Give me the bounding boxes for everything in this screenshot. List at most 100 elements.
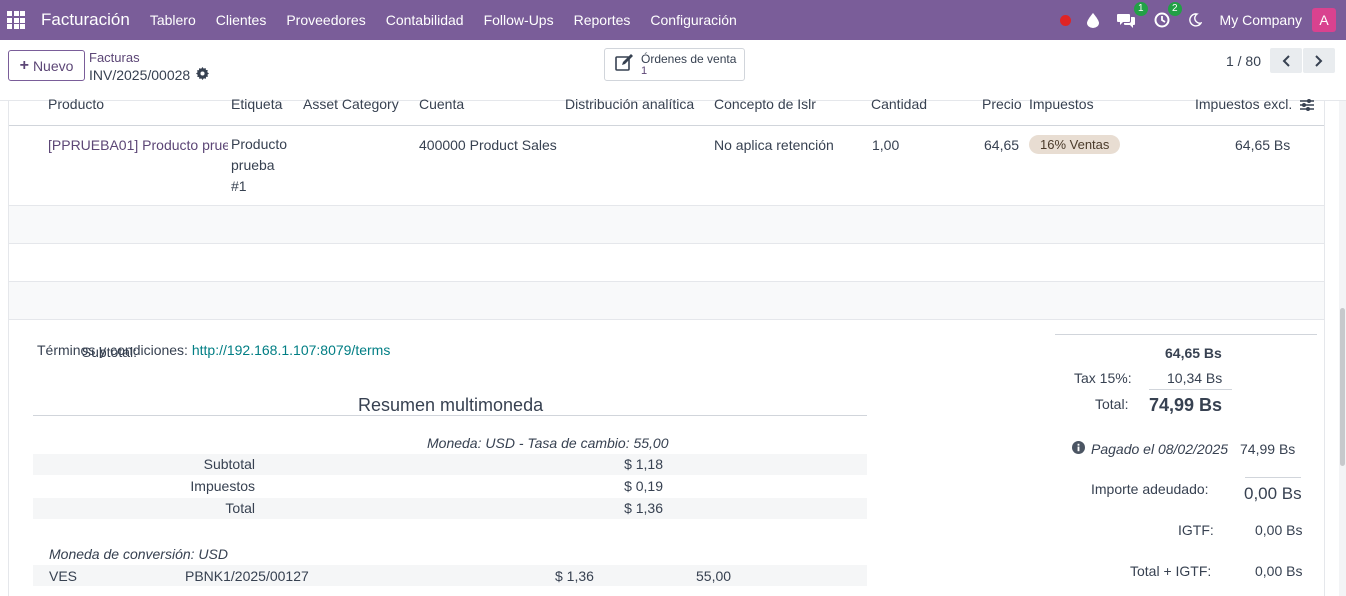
invoice-form-sheet: Producto Etiqueta Asset Category Cuenta … xyxy=(8,96,1325,596)
subtotal-value: 64,65 Bs xyxy=(1165,345,1222,361)
conversion-rate: 55,00 xyxy=(696,568,732,584)
summary-value: $ 0,19 xyxy=(624,478,663,494)
table-row: VES PBNK1/2025/00127 $ 1,36 55,00 xyxy=(33,565,867,586)
multicurrency-caption: Moneda: USD - Tasa de cambio: 55,00 xyxy=(427,435,669,451)
messages-icon[interactable]: 1 xyxy=(1116,2,1148,28)
summary-label: Subtotal xyxy=(203,456,255,472)
conversion-currency: VES xyxy=(49,568,78,584)
col-analytic[interactable]: Distribución analítica xyxy=(565,96,694,112)
scrollbar-thumb[interactable] xyxy=(1340,308,1345,466)
tax-value: 10,34 Bs xyxy=(1167,370,1223,386)
apps-menu-icon[interactable] xyxy=(7,11,25,29)
summary-value: $ 1,36 xyxy=(624,500,663,516)
total-label: Total: xyxy=(1095,396,1129,412)
paid-label: Pagado el 08/02/2025 xyxy=(1091,441,1229,457)
control-panel: + Nuevo Facturas INV/2025/00028 Órdenes … xyxy=(0,40,1346,101)
divider xyxy=(1245,477,1301,478)
plus-icon: + xyxy=(19,56,29,74)
line-label[interactable]: Producto prueba #1 xyxy=(231,134,291,197)
subtotal-label: Subtotal: xyxy=(81,344,137,360)
total-value: 74,99 Bs xyxy=(1149,395,1223,415)
menu-configuracion[interactable]: Configuración xyxy=(640,12,746,28)
table-row: Impuestos $ 0,19 xyxy=(33,476,867,497)
multicurrency-title: Resumen multimoneda xyxy=(358,395,544,415)
table-row: Total $ 1,36 xyxy=(33,498,867,519)
line-price[interactable]: 64,65 xyxy=(984,137,1019,153)
summary-value: $ 1,18 xyxy=(624,456,663,472)
drop-icon[interactable] xyxy=(1086,12,1099,28)
conversion-reference[interactable]: PBNK1/2025/00127 xyxy=(185,568,309,584)
col-islr[interactable]: Concepto de Islr xyxy=(714,96,816,112)
conversion-caption: Moneda de conversión: USD xyxy=(49,546,228,562)
breadcrumb-parent[interactable]: Facturas xyxy=(89,50,140,65)
new-button-label: Nuevo xyxy=(32,57,74,74)
col-label[interactable]: Etiqueta xyxy=(231,96,282,112)
line-subtotal: 64,65 Bs xyxy=(1235,137,1291,153)
table-row[interactable]: [PPRUEBA01] Producto prueba #1 Producto … xyxy=(9,126,1324,206)
app-name[interactable]: Facturación xyxy=(41,10,130,30)
menu-contabilidad[interactable]: Contabilidad xyxy=(376,12,474,28)
chevron-right-icon xyxy=(1315,54,1323,67)
menu-proveedores[interactable]: Proveedores xyxy=(276,12,375,28)
gear-icon[interactable] xyxy=(196,67,210,83)
record-name: INV/2025/00028 xyxy=(89,67,191,83)
pager: 1 / 80 xyxy=(1226,48,1335,73)
summary-label: Total xyxy=(225,500,255,516)
divider xyxy=(33,415,867,416)
line-islr[interactable]: No aplica retención xyxy=(714,137,834,153)
col-taxes[interactable]: Impuestos xyxy=(1029,96,1094,112)
invoice-lines-header: Producto Etiqueta Asset Category Cuenta … xyxy=(9,96,1324,126)
col-subtotal[interactable]: Impuestos excl. xyxy=(1195,96,1292,112)
paid-value: 74,99 Bs xyxy=(1240,441,1296,457)
col-product[interactable]: Producto xyxy=(48,96,104,112)
col-account[interactable]: Cuenta xyxy=(419,96,464,112)
menu-clientes[interactable]: Clientes xyxy=(206,12,277,28)
menu-follow-ups[interactable]: Follow-Ups xyxy=(474,12,564,28)
company-switcher[interactable]: My Company xyxy=(1220,12,1302,28)
igtf-label: IGTF: xyxy=(1178,522,1214,538)
conversion-amount: $ 1,36 xyxy=(555,568,594,584)
chevron-left-icon xyxy=(1282,54,1290,67)
col-asset-category[interactable]: Asset Category xyxy=(303,96,399,112)
amount-due-label: Importe adeudado: xyxy=(1091,481,1209,497)
empty-line-row[interactable] xyxy=(9,244,1324,282)
line-product[interactable]: [PPRUEBA01] Producto prueba #1 xyxy=(48,137,228,153)
top-navbar: Facturación Tablero Clientes Proveedores… xyxy=(0,0,1346,40)
sale-orders-smart-button[interactable]: Órdenes de venta 1 xyxy=(604,48,745,81)
smart-button-count: 1 xyxy=(641,64,648,77)
activities-badge: 2 xyxy=(1167,2,1182,16)
breadcrumb-current: INV/2025/00028 xyxy=(89,67,210,83)
total-igtf-value: 0,00 Bs xyxy=(1255,563,1303,579)
pager-previous-button[interactable] xyxy=(1270,48,1302,73)
menu-reportes[interactable]: Reportes xyxy=(564,12,641,28)
dark-mode-moon-icon[interactable] xyxy=(1188,13,1202,27)
new-button[interactable]: + Nuevo xyxy=(8,50,85,81)
messages-badge: 1 xyxy=(1133,2,1148,16)
empty-line-row[interactable] xyxy=(9,282,1324,320)
line-quantity[interactable]: 1,00 xyxy=(872,137,899,153)
empty-line-row[interactable] xyxy=(9,206,1324,244)
edit-document-icon xyxy=(615,54,635,75)
line-account[interactable]: 400000 Product Sales xyxy=(419,137,557,153)
user-avatar[interactable]: A xyxy=(1312,8,1336,32)
total-igtf-label: Total + IGTF: xyxy=(1130,563,1212,579)
table-row: Subtotal $ 1,18 xyxy=(33,454,867,475)
amount-due-value: 0,00 Bs xyxy=(1244,484,1302,503)
col-quantity[interactable]: Cantidad xyxy=(871,96,927,112)
pager-value[interactable]: 1 / 80 xyxy=(1226,53,1261,69)
line-tax-badge[interactable]: 16% Ventas xyxy=(1029,135,1121,154)
smart-button-label: Órdenes de venta xyxy=(641,51,737,66)
igtf-value: 0,00 Bs xyxy=(1255,522,1303,538)
divider xyxy=(1149,389,1232,390)
menu-tablero[interactable]: Tablero xyxy=(140,12,206,28)
payment-line[interactable]: Pagado el 08/02/2025 74,99 Bs xyxy=(1072,441,1295,457)
optional-columns-sliders-icon[interactable] xyxy=(1299,98,1315,115)
info-icon[interactable] xyxy=(1072,441,1085,457)
activities-clock-icon[interactable]: 2 xyxy=(1154,2,1182,28)
tax-label: Tax 15%: xyxy=(1074,370,1132,386)
terms-link[interactable]: http://192.168.1.107:8079/terms xyxy=(192,342,390,358)
pager-next-button[interactable] xyxy=(1303,48,1335,73)
col-price[interactable]: Precio xyxy=(982,96,1022,112)
recording-indicator-icon[interactable] xyxy=(1059,14,1071,26)
summary-label: Impuestos xyxy=(190,478,255,494)
